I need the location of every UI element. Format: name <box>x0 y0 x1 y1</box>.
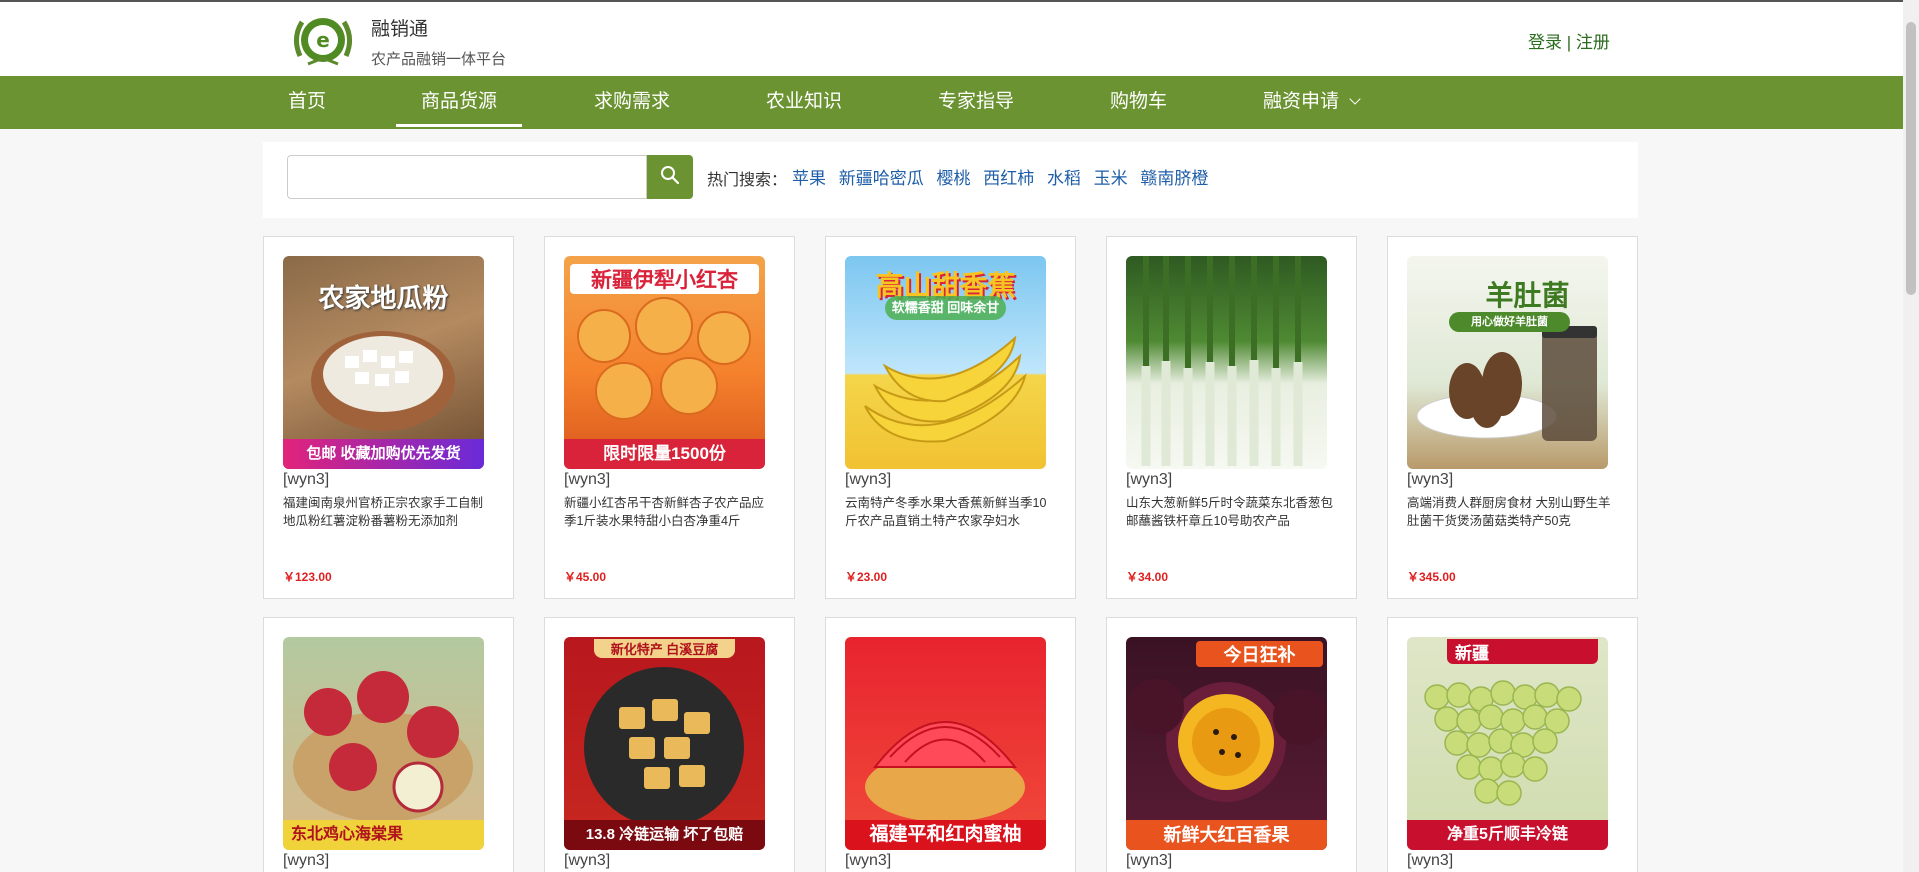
auth-separator: | <box>1562 33 1576 52</box>
product-image[interactable]: 农家地瓜粉 包邮 收藏加购优先发货 <box>283 256 484 469</box>
product-card: 今日狂补 新鲜大红百香果 [wyn3] <box>1106 617 1357 872</box>
product-name[interactable]: 山东大葱新鲜5斤时令蔬菜东北香葱包邮蘸酱铁杆章丘10号助农产品 <box>1126 494 1336 530</box>
page-scrollbar[interactable] <box>1903 0 1919 872</box>
hot-link[interactable]: 樱桃 <box>936 169 970 188</box>
hot-link[interactable]: 苹果 <box>792 169 826 188</box>
hot-link[interactable]: 西红柿 <box>983 169 1034 188</box>
product-image-banner: 软糯香甜 回味余甘 <box>885 296 1006 320</box>
product-price: ￥45.00 <box>564 570 607 584</box>
product-image[interactable]: 新疆 净重5斤顺丰冷链 <box>1407 637 1608 850</box>
auth-links: 登录 | 注册 <box>1528 28 1610 53</box>
search-input[interactable] <box>287 155 647 199</box>
search-icon <box>660 165 680 190</box>
product-price: ￥23.00 <box>845 570 888 584</box>
product-image-title: 农家地瓜粉 <box>318 283 449 313</box>
product-image-banner: 东北鸡心海棠果 <box>283 820 484 850</box>
product-price: ￥123.00 <box>283 570 332 584</box>
hot-link[interactable]: 新疆哈密瓜 <box>839 169 924 188</box>
product-image-title: 新化特产 白溪豆腐 <box>594 639 735 658</box>
product-image[interactable]: 新疆伊犁小红杏 限时限量1500份 <box>564 256 765 469</box>
product-image-banner: 净重5斤顺丰冷链 <box>1407 820 1608 850</box>
product-card: 高山甜香蕉 软糯香甜 回味余甘 [wyn3] 云南特产冬季水果大香蕉新鲜当季10… <box>825 236 1076 599</box>
svg-text:e: e <box>316 28 330 52</box>
seller-name: [wyn3] <box>564 471 611 488</box>
product-price: ￥34.00 <box>1126 570 1169 584</box>
product-card: 农家地瓜粉 包邮 收藏加购优先发货 [wyn3] 福建闽南泉州官桥正宗农家手工自… <box>263 236 514 599</box>
seller-name: [wyn3] <box>1407 852 1454 869</box>
nav-agri-knowledge[interactable]: 农业知识 <box>766 76 842 129</box>
seller-name: [wyn3] <box>1407 471 1454 488</box>
seller-name: [wyn3] <box>283 852 330 869</box>
seller-name: [wyn3] <box>564 852 611 869</box>
seller-name: [wyn3] <box>845 852 892 869</box>
nav-home[interactable]: 首页 <box>288 76 326 129</box>
product-name[interactable]: 新疆小红杏吊干杏新鲜杏子农产品应季1斤装水果特甜小白杏净重4斤 <box>564 494 774 530</box>
product-image-banner: 限时限量1500份 <box>564 439 765 469</box>
product-image-banner: 福建平和红肉蜜柚 <box>845 820 1046 850</box>
product-card: 新疆 净重5斤顺丰冷链 [wyn3] <box>1387 617 1638 872</box>
product-card: 新疆伊犁小红杏 限时限量1500份 [wyn3] 新疆小红杏吊干杏新鲜杏子农产品… <box>544 236 795 599</box>
product-card: 福建平和红肉蜜柚 [wyn3] <box>825 617 1076 872</box>
product-image-title: 新疆 <box>1447 639 1598 664</box>
product-image[interactable]: 新化特产 白溪豆腐 13.8 冷链运输 坏了包赔 <box>564 637 765 850</box>
seller-name: [wyn3] <box>283 471 330 488</box>
login-link[interactable]: 登录 <box>1528 33 1562 52</box>
product-image[interactable]: 今日狂补 新鲜大红百香果 <box>1126 637 1327 850</box>
brand-name: 融销通 <box>371 19 429 40</box>
hot-link[interactable]: 水稻 <box>1047 169 1081 188</box>
main-nav: 首页 商品货源 求购需求 农业知识 专家指导 购物车 融资申请 <box>0 76 1903 129</box>
product-name[interactable]: 高端消费人群厨房食材 大别山野生羊肚菌干货煲汤菌菇类特产50克 <box>1407 494 1617 530</box>
seller-name: [wyn3] <box>1126 852 1173 869</box>
site-logo[interactable]: e <box>290 12 356 70</box>
search-button[interactable] <box>647 155 693 199</box>
product-card: 新化特产 白溪豆腐 13.8 冷链运输 坏了包赔 [wyn3] <box>544 617 795 872</box>
product-image-banner: 包邮 收藏加购优先发货 <box>283 439 484 469</box>
product-image-title: 今日狂补 <box>1196 641 1323 667</box>
hot-search-label: 热门搜索： <box>707 172 788 189</box>
nav-expert-guidance[interactable]: 专家指导 <box>938 76 1014 129</box>
seller-name: [wyn3] <box>845 471 892 488</box>
product-image[interactable]: 福建平和红肉蜜柚 <box>845 637 1046 850</box>
nav-products[interactable]: 商品货源 <box>395 76 523 129</box>
product-card: 东北鸡心海棠果 [wyn3] <box>263 617 514 872</box>
nav-cart[interactable]: 购物车 <box>1110 76 1167 129</box>
hot-link[interactable]: 玉米 <box>1094 169 1128 188</box>
nav-financing-label: 融资申请 <box>1263 91 1340 112</box>
product-image[interactable]: 羊肚菌 用心做好羊肚菌 <box>1407 256 1608 469</box>
hot-search-links: 苹果 新疆哈密瓜 樱桃 西红柿 水稻 玉米 赣南脐橙 <box>792 164 1216 189</box>
product-image-banner: 用心做好羊肚菌 <box>1449 312 1570 332</box>
product-card: 羊肚菌 用心做好羊肚菌 [wyn3] 高端消费人群厨房食材 大别山野生羊肚菌干货… <box>1387 236 1638 599</box>
product-name[interactable]: 福建闽南泉州官桥正宗农家手工自制地瓜粉红薯淀粉番薯粉无添加剂 <box>283 494 493 530</box>
seller-name: [wyn3] <box>1126 471 1173 488</box>
product-image-title: 羊肚菌 <box>1485 280 1570 311</box>
hot-link[interactable]: 赣南脐橙 <box>1140 169 1208 188</box>
register-link[interactable]: 注册 <box>1576 33 1610 52</box>
product-image[interactable]: 高山甜香蕉 软糯香甜 回味余甘 <box>845 256 1046 469</box>
header-bar: e 融销通 农产品融销一体平台 登录 | 注册 <box>0 0 1919 76</box>
product-image-title: 新疆伊犁小红杏 <box>570 264 759 294</box>
chevron-down-icon <box>1349 93 1361 105</box>
product-image[interactable] <box>1126 256 1327 469</box>
search-panel: 热门搜索： 苹果 新疆哈密瓜 樱桃 西红柿 水稻 玉米 赣南脐橙 <box>263 142 1638 218</box>
product-card: [wyn3] 山东大葱新鲜5斤时令蔬菜东北香葱包邮蘸酱铁杆章丘10号助农产品 ￥… <box>1106 236 1357 599</box>
product-image[interactable]: 东北鸡心海棠果 <box>283 637 484 850</box>
product-image-banner: 新鲜大红百香果 <box>1126 820 1327 850</box>
product-image-banner: 13.8 冷链运输 坏了包赔 <box>564 820 765 850</box>
nav-financing[interactable]: 融资申请 <box>1263 76 1361 129</box>
product-name[interactable]: 云南特产冬季水果大香蕉新鲜当季10斤农产品直销土特产农家孕妇水 <box>845 494 1055 530</box>
product-price: ￥345.00 <box>1407 570 1456 584</box>
brand-subtitle: 农产品融销一体平台 <box>371 51 507 68</box>
scrollbar-thumb[interactable] <box>1906 22 1916 295</box>
nav-purchase-demand[interactable]: 求购需求 <box>594 76 670 129</box>
